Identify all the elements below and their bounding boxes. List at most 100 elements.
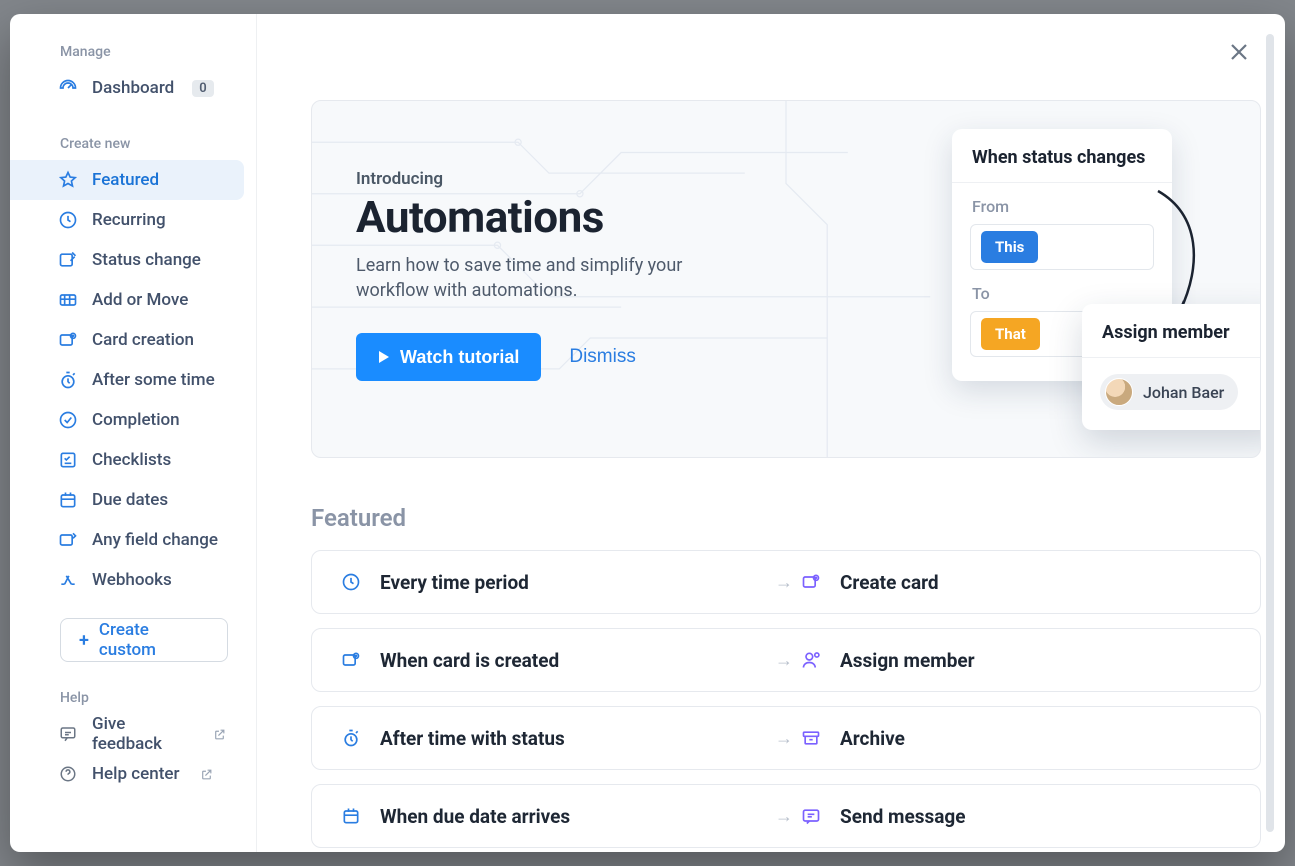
create-custom-label: Create custom: [99, 620, 209, 660]
status-chip-that: That: [981, 318, 1040, 350]
sidebar-item-dashboard[interactable]: Dashboard 0: [10, 68, 244, 108]
sidebar-item-card-creation[interactable]: Card creation: [10, 320, 244, 360]
action-label: Archive: [840, 727, 905, 750]
action-half: Assign member: [800, 649, 1232, 672]
sidebar-item-label: Help center: [92, 764, 180, 784]
help-icon: [58, 764, 78, 784]
sidebar-item-label: Due dates: [92, 490, 168, 510]
external-link-icon: [200, 768, 213, 781]
trigger-label: When due date arrives: [380, 805, 570, 828]
trigger-half: When card is created: [340, 649, 772, 672]
arrow-right-icon: →: [772, 728, 796, 749]
intro-title: Automations: [356, 191, 686, 243]
clock-icon: [58, 210, 78, 230]
sidebar-item-give-feedback[interactable]: Give feedback: [10, 714, 244, 754]
plus-icon: +: [79, 630, 89, 651]
arrow-right-icon: →: [772, 806, 796, 827]
external-link-icon: [213, 728, 226, 741]
member-pill: Johan Baer: [1100, 374, 1238, 410]
feedback-icon: [58, 724, 78, 744]
trigger-half: When due date arrives: [340, 805, 772, 828]
illus-panel-assign: Assign member Johan Baer: [1082, 304, 1261, 430]
card-create-icon: [800, 571, 822, 593]
sidebar-item-label: Featured: [92, 170, 159, 190]
trigger-label: When card is created: [380, 649, 559, 672]
illus-panel-status-title: When status changes: [952, 129, 1172, 183]
stopwatch-icon: [58, 370, 78, 390]
sidebar-item-label: Completion: [92, 410, 180, 430]
featured-heading: Featured: [311, 504, 1261, 532]
intro-illustration: When status changes From This To That As…: [952, 129, 1172, 381]
status-chip-this: This: [981, 231, 1038, 263]
watch-tutorial-label: Watch tutorial: [400, 347, 519, 368]
member-name: Johan Baer: [1143, 383, 1224, 402]
sidebar-item-label: Any field change: [92, 530, 218, 550]
automation-row[interactable]: When due date arrives → Send message: [311, 784, 1261, 848]
dashboard-count-badge: 0: [192, 80, 213, 97]
sidebar-item-label: Dashboard: [92, 78, 174, 98]
sidebar-item-after-some-time[interactable]: After some time: [10, 360, 244, 400]
sidebar-item-status-change[interactable]: Status change: [10, 240, 244, 280]
automation-row[interactable]: After time with status → Archive: [311, 706, 1261, 770]
sidebar-item-label: Webhooks: [92, 570, 172, 590]
sidebar-item-label: Card creation: [92, 330, 194, 350]
calendar-icon: [340, 805, 362, 827]
watch-tutorial-button[interactable]: Watch tutorial: [356, 333, 541, 381]
card-plus-icon: [58, 330, 78, 350]
archive-icon: [800, 727, 822, 749]
intro-card: Introducing Automations Learn how to sav…: [311, 100, 1261, 458]
action-label: Create card: [840, 571, 939, 594]
main-content: Introducing Automations Learn how to sav…: [257, 14, 1285, 852]
field-icon: [58, 530, 78, 550]
sidebar-item-any-field-change[interactable]: Any field change: [10, 520, 244, 560]
move-icon: [58, 290, 78, 310]
trigger-label: After time with status: [380, 727, 565, 750]
arrow-right-icon: →: [772, 572, 796, 593]
avatar: [1105, 378, 1133, 406]
sidebar-item-label: Add or Move: [92, 290, 188, 310]
checklist-icon: [58, 450, 78, 470]
automation-row[interactable]: When card is created → Assign member: [311, 628, 1261, 692]
action-half: Archive: [800, 727, 1232, 750]
dismiss-button[interactable]: Dismiss: [569, 346, 636, 368]
automation-row[interactable]: Every time period → Create card: [311, 550, 1261, 614]
sidebar-item-completion[interactable]: Completion: [10, 400, 244, 440]
action-label: Assign member: [840, 649, 975, 672]
action-label: Send message: [840, 805, 966, 828]
assign-icon: [800, 649, 822, 671]
automations-modal: Manage Dashboard 0 Create new Featured R…: [10, 14, 1285, 852]
sidebar-item-label: Recurring: [92, 210, 166, 230]
play-icon: [378, 350, 390, 364]
clock-icon: [340, 571, 362, 593]
sidebar-item-label: After some time: [92, 370, 215, 390]
sidebar-item-label: Give feedback: [92, 714, 193, 754]
sidebar-item-help-center[interactable]: Help center: [10, 754, 244, 794]
arrow-right-icon: →: [772, 650, 796, 671]
section-label-manage: Manage: [10, 44, 248, 68]
close-button[interactable]: [1227, 40, 1255, 68]
sidebar-item-label: Status change: [92, 250, 201, 270]
illus-panel-assign-title: Assign member: [1082, 304, 1261, 358]
sidebar-item-label: Checklists: [92, 450, 171, 470]
sidebar-item-webhooks[interactable]: Webhooks: [10, 560, 244, 600]
stopwatch-icon: [340, 727, 362, 749]
illus-from-label: From: [952, 183, 1172, 222]
sidebar-item-add-or-move[interactable]: Add or Move: [10, 280, 244, 320]
trigger-label: Every time period: [380, 571, 529, 594]
section-label-help: Help: [10, 690, 248, 714]
sidebar-item-checklists[interactable]: Checklists: [10, 440, 244, 480]
gauge-icon: [58, 78, 78, 98]
sidebar-item-recurring[interactable]: Recurring: [10, 200, 244, 240]
sidebar-item-due-dates[interactable]: Due dates: [10, 480, 244, 520]
calendar-icon: [58, 490, 78, 510]
card-plus-icon: [340, 649, 362, 671]
star-icon: [58, 170, 78, 190]
trigger-half: Every time period: [340, 571, 772, 594]
illus-from-field: This: [970, 224, 1154, 270]
webhook-icon: [58, 570, 78, 590]
create-custom-button[interactable]: + Create custom: [60, 618, 228, 662]
message-icon: [800, 805, 822, 827]
completion-icon: [58, 410, 78, 430]
action-half: Create card: [800, 571, 1232, 594]
sidebar-item-featured[interactable]: Featured: [10, 160, 244, 200]
